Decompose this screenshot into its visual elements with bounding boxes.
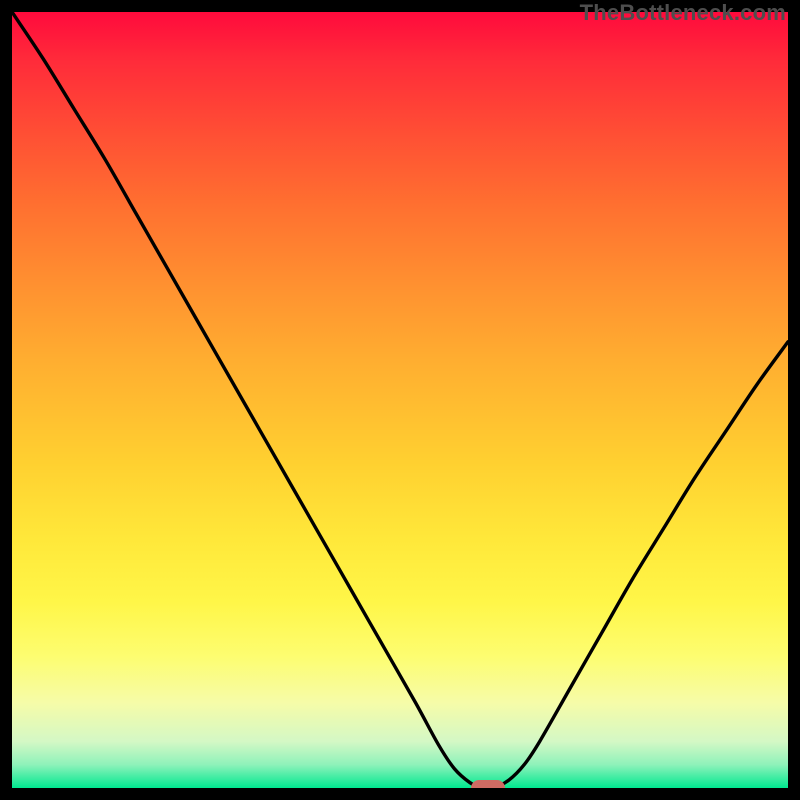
plot-area <box>12 12 788 788</box>
optimal-point-marker <box>471 780 505 788</box>
chart-container: TheBottleneck.com <box>0 0 800 800</box>
bottleneck-curve <box>12 12 788 788</box>
watermark-text: TheBottleneck.com <box>580 0 786 26</box>
